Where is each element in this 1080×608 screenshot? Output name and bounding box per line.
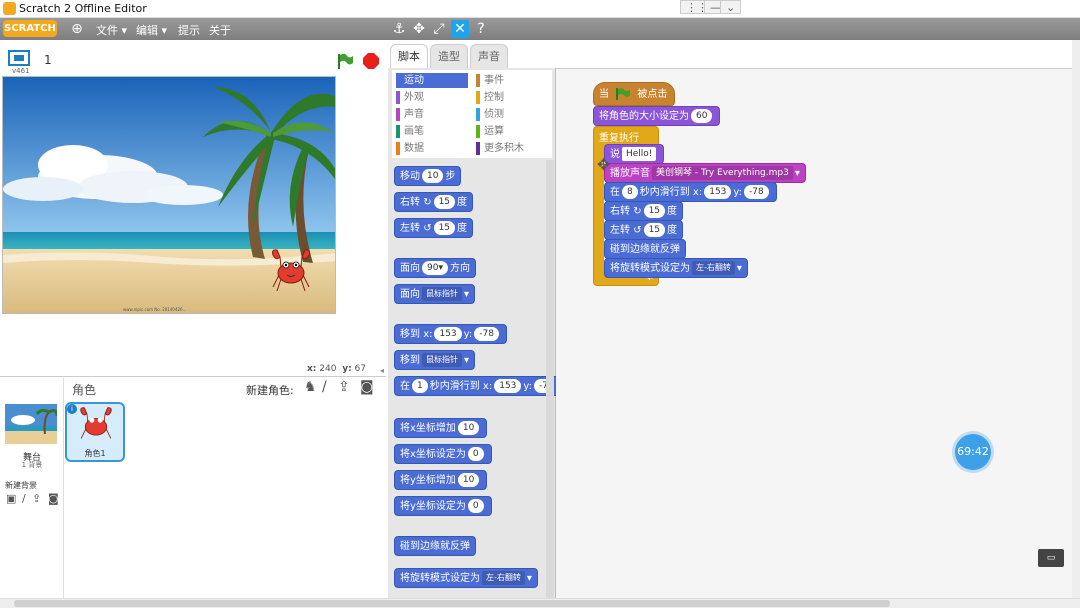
- new-backdrop-label: 新建背景: [5, 481, 37, 490]
- version-label: v461: [12, 67, 30, 75]
- block-turn-left[interactable]: 左转 ↺ 15 度: [394, 218, 474, 238]
- window-menu-button[interactable]: ⌄: [720, 0, 742, 14]
- category-operators[interactable]: 运算: [476, 124, 548, 139]
- category-events[interactable]: 事件: [476, 73, 548, 88]
- block-turn-left-script[interactable]: 左转 ↺ 15 度: [604, 220, 684, 240]
- green-flag-icon: [616, 88, 631, 100]
- block-turn-right-script[interactable]: 右转 ↻ 15 度: [604, 201, 684, 221]
- new-sprite-label: 新建角色:: [246, 384, 294, 397]
- menu-file[interactable]: 文件 ▾: [96, 22, 127, 38]
- tab-scripts[interactable]: 脚本: [390, 44, 428, 69]
- category-pen[interactable]: 画笔: [396, 124, 468, 139]
- backdrop-library-icon[interactable]: ▣: [6, 492, 16, 505]
- menu-about[interactable]: 关于: [209, 22, 231, 38]
- block-point-direction[interactable]: 面向 90▾ 方向: [394, 258, 476, 278]
- scratch-logo[interactable]: SCRATCH: [3, 20, 57, 37]
- block-say[interactable]: 说 Hello!: [604, 144, 665, 164]
- category-motion[interactable]: 运动: [396, 73, 468, 88]
- paint-brush-icon[interactable]: /: [322, 379, 327, 395]
- cut-icon[interactable]: ✥: [410, 20, 428, 38]
- block-glide-script[interactable]: 在 8 秒内滑行到 x: 153 y: -78: [604, 182, 777, 202]
- block-set-x[interactable]: 将x坐标设定为 0: [394, 444, 492, 464]
- timer-badge[interactable]: 69:42: [955, 434, 991, 470]
- category-data[interactable]: 数据: [396, 141, 468, 156]
- block-bounce[interactable]: 碰到边缘就反弹: [394, 536, 476, 556]
- grow-icon[interactable]: ⤢: [430, 20, 448, 38]
- block-goto-xy[interactable]: 移到 x: 153 y: -78: [394, 324, 507, 344]
- stage-thumbnail-column: 舞台 1 背景 新建背景 ▣ / ⇪ ◙: [2, 378, 64, 600]
- block-point-towards[interactable]: 面向 鼠标指针 ▾: [394, 284, 476, 304]
- window-title: Scratch 2 Offline Editor: [19, 2, 147, 15]
- horizontal-scroll-thumb[interactable]: [14, 600, 890, 607]
- rotate-ccw-icon: ↺: [423, 223, 432, 234]
- sprite-name: 角色1: [84, 449, 106, 458]
- scratch-editor-window: Scratch 2 Offline Editor ⋮⋮ — ⌄ SCRATCH …: [0, 0, 1080, 608]
- block-turn-right[interactable]: 右转 ↻ 15 度: [394, 192, 474, 212]
- block-goto-mouse[interactable]: 移到 鼠标指针 ▾: [394, 350, 476, 370]
- backdrop-upload-icon[interactable]: ⇪: [32, 492, 41, 505]
- title-bar: Scratch 2 Offline Editor ⋮⋮ — ⌄: [0, 0, 1080, 18]
- keyboard-icon[interactable]: ▭: [1038, 549, 1064, 567]
- crab-sprite[interactable]: [271, 249, 311, 295]
- stage-thumbnail[interactable]: [5, 404, 57, 444]
- stage-bottom-space: [2, 314, 386, 364]
- stage-header: v461 1: [0, 40, 386, 76]
- crab-thumbnail: [80, 407, 112, 439]
- block-glide[interactable]: 在 1 秒内滑行到 x: 153 y: -7: [394, 376, 556, 396]
- tab-sounds[interactable]: 声音: [470, 44, 508, 68]
- category-sensing[interactable]: 侦测: [476, 107, 548, 122]
- rotate-ccw-icon: ↺: [633, 225, 642, 236]
- category-list: 运动 外观 声音 画笔 数据 事件 控制 侦测 运算 更多积木: [392, 70, 552, 158]
- camera-icon[interactable]: ◙: [360, 379, 374, 395]
- sprite-index: 1: [44, 53, 52, 67]
- horizontal-scrollbar[interactable]: [0, 598, 1080, 608]
- rotate-cw-icon: ↻: [633, 206, 642, 217]
- stamp-icon[interactable]: ⚓: [390, 20, 408, 38]
- upload-icon[interactable]: ⇪: [338, 379, 350, 395]
- block-rotation-style[interactable]: 将旋转模式设定为 左-右翻转 ▾: [394, 568, 538, 588]
- menu-edit[interactable]: 编辑 ▾: [136, 22, 167, 38]
- motion-blocks-list: 移动 10 步 右转 ↻ 15 度 左转 ↺ 15 度 面向 90▾ 方向 面向 鼠标指针 ▾ 移到…: [390, 160, 556, 600]
- block-set-y[interactable]: 将y坐标设定为 0: [394, 496, 492, 516]
- block-play-sound[interactable]: 播放声音 美创钢琴 - Try Everything.mp3 ▾: [604, 163, 806, 183]
- backdrop-watermark: www.nipic.com No. 20140426...: [123, 307, 186, 312]
- stage-canvas[interactable]: www.nipic.com No. 20140426...: [2, 76, 336, 314]
- fullscreen-icon[interactable]: [8, 50, 30, 66]
- move-cursor-icon: ✥: [597, 155, 611, 174]
- block-move-steps[interactable]: 移动 10 步: [394, 166, 462, 186]
- help-icon[interactable]: ?: [472, 20, 490, 38]
- block-change-y[interactable]: 将y坐标增加 10: [394, 470, 488, 490]
- tab-costumes[interactable]: 造型: [430, 44, 468, 68]
- backdrop-paint-icon[interactable]: /: [22, 492, 26, 505]
- shrink-icon[interactable]: ✕: [451, 20, 469, 38]
- scripts-area[interactable]: 当 被点击 将角色的大小设定为60 重复执行 ↲ 说Hello! 播放声音美创钢…: [556, 68, 1072, 602]
- stage-backdrop-count: 1 背景: [21, 461, 43, 469]
- menu-bar: SCRATCH ⊕ 文件 ▾ 编辑 ▾ 提示 关于 ⚓ ✥ ⤢ ✕ ?: [0, 18, 1080, 40]
- category-more-blocks[interactable]: 更多积木: [476, 141, 548, 156]
- rotate-cw-icon: ↻: [423, 197, 432, 208]
- mouse-coords: x: 240 y: 67: [307, 364, 366, 374]
- block-rotation-style-script[interactable]: 将旋转模式设定为 左-右翻转 ▾: [604, 258, 748, 278]
- category-control[interactable]: 控制: [476, 90, 548, 105]
- stop-icon[interactable]: [362, 52, 380, 70]
- sprite-thumbnail-selected[interactable]: i 角色1: [65, 402, 125, 462]
- block-when-flag-clicked[interactable]: 当 被点击: [593, 82, 675, 106]
- language-globe-icon[interactable]: ⊕: [68, 20, 86, 38]
- category-sound[interactable]: 声音: [396, 107, 468, 122]
- menu-tips[interactable]: 提示: [178, 22, 200, 38]
- backdrop-camera-icon[interactable]: ◙: [48, 492, 59, 505]
- sprite-panel-title: 角色: [72, 383, 97, 397]
- green-flag-icon[interactable]: [336, 52, 354, 70]
- vertical-scrollbar[interactable]: [1072, 40, 1080, 600]
- block-bounce-script[interactable]: 碰到边缘就反弹: [604, 239, 686, 259]
- block-change-x[interactable]: 将x坐标增加 10: [394, 418, 488, 438]
- block-set-size[interactable]: 将角色的大小设定为 60: [593, 106, 721, 126]
- collapse-arrow-icon[interactable]: ◂: [380, 366, 384, 375]
- scratch-app-icon: [3, 2, 16, 15]
- palette-scrollbar[interactable]: [546, 160, 554, 600]
- sprite-library-icon[interactable]: ♞: [304, 379, 317, 395]
- category-looks[interactable]: 外观: [396, 90, 468, 105]
